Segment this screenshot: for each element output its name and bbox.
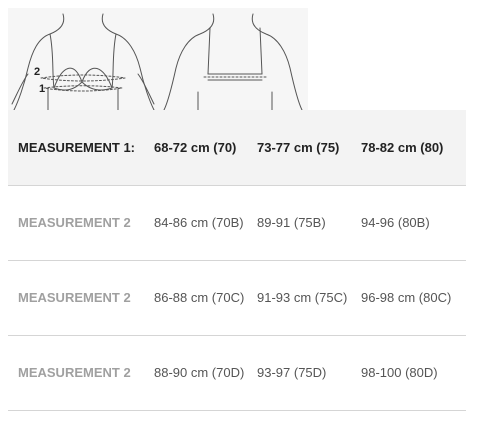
table-cell: 84-86 cm (70B)	[154, 215, 244, 230]
bra-diagram: 2 1	[11, 13, 303, 110]
row-label: MEASUREMENT 2	[18, 290, 131, 305]
front-figure	[11, 13, 155, 110]
header-cell: 78-82 cm (80)	[361, 139, 444, 155]
table-cell: 88-90 cm (70D)	[154, 365, 245, 380]
table-cell: 94-96 (80B)	[361, 215, 430, 230]
table-cell: 86-88 cm (70C)	[154, 290, 245, 305]
table-row: MEASUREMENT 2 86-88 cm (70C) 91-93 cm (7…	[8, 260, 466, 335]
size-table: MEASUREMENT 1: 68-72 cm (70) 73-77 cm (7…	[8, 110, 466, 411]
header-label: MEASUREMENT 1:	[18, 139, 136, 155]
row-label: MEASUREMENT 2	[18, 365, 131, 380]
header-row: MEASUREMENT 1: 68-72 cm (70) 73-77 cm (7…	[8, 110, 466, 185]
table-cell: 91-93 cm (75C)	[257, 290, 348, 305]
row-label: MEASUREMENT 2	[18, 215, 131, 230]
header-cell: 68-72 cm (70)	[154, 139, 237, 155]
measurement-illustration: 2 1	[8, 8, 308, 110]
header-cell: 73-77 cm (75)	[257, 139, 340, 155]
table-row: MEASUREMENT 2 84-86 cm (70B) 89-91 (75B)…	[8, 185, 466, 260]
back-figure	[163, 13, 303, 110]
marker-1: 1	[39, 83, 45, 95]
table-cell: 89-91 (75B)	[257, 215, 326, 230]
marker-2: 2	[34, 66, 40, 78]
table-cell: 93-97 (75D)	[257, 365, 327, 380]
table-row: MEASUREMENT 2 88-90 cm (70D) 93-97 (75D)…	[8, 335, 466, 410]
table-cell: 98-100 (80D)	[361, 365, 438, 380]
table-cell: 96-98 cm (80C)	[361, 290, 452, 305]
